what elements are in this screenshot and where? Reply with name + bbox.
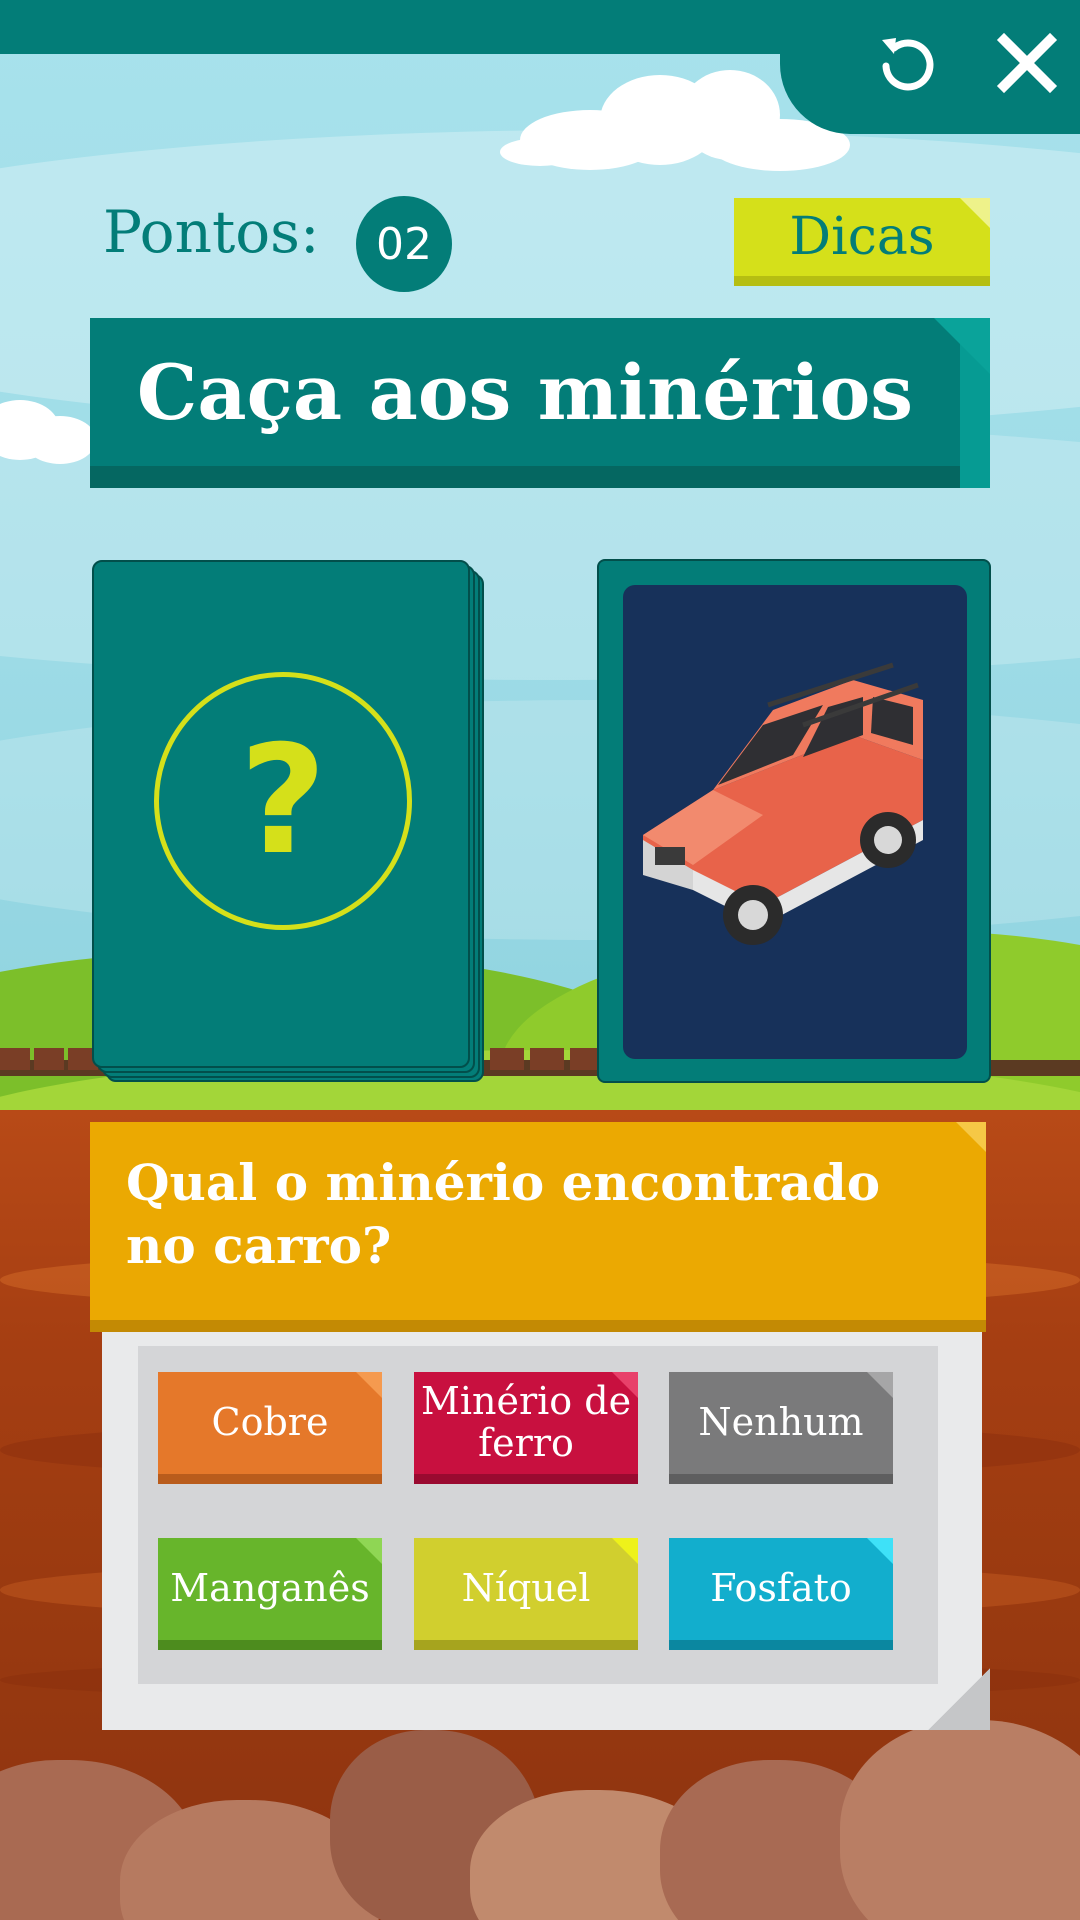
- page-title: Caça aos minérios: [90, 318, 960, 466]
- card-image-panel: [623, 585, 967, 1059]
- answer-label: Minério de ferro: [414, 1372, 638, 1474]
- answer-fold: [356, 1538, 382, 1564]
- answer-shadow: [414, 1640, 638, 1650]
- answer-label: Manganês: [158, 1538, 382, 1640]
- close-button[interactable]: [992, 28, 1062, 98]
- hints-button-label: Dicas: [734, 198, 990, 276]
- answer-shadow: [158, 1640, 382, 1650]
- answer-shadow: [158, 1474, 382, 1484]
- answer-button-fosfato[interactable]: Fosfato: [669, 1538, 893, 1650]
- cloud-illustration: [0, 400, 96, 464]
- title-banner-fold: [934, 318, 990, 374]
- close-icon: [996, 32, 1058, 94]
- card-deck[interactable]: ?: [92, 560, 492, 1082]
- question-panel: Qual o minério encontrado no carro?: [90, 1122, 986, 1332]
- answer-fold: [356, 1372, 382, 1398]
- answer-shadow: [669, 1474, 893, 1484]
- answer-button-cobre[interactable]: Cobre: [158, 1372, 382, 1484]
- question-text: Qual o minério encontrado no carro?: [90, 1122, 986, 1320]
- answer-fold: [867, 1538, 893, 1564]
- answer-label: Nenhum: [669, 1372, 893, 1474]
- answer-fold: [612, 1538, 638, 1564]
- answer-shadow: [414, 1474, 638, 1484]
- reset-button[interactable]: [872, 28, 942, 98]
- reset-icon: [882, 38, 934, 91]
- hints-button[interactable]: Dicas: [734, 198, 990, 288]
- hints-button-shadow: [734, 276, 990, 286]
- score-value: 02: [356, 196, 452, 292]
- answer-button-minerio-de-ferro[interactable]: Minério de ferro: [414, 1372, 638, 1484]
- score-label: Pontos:: [103, 198, 320, 266]
- answer-shadow: [669, 1640, 893, 1650]
- question-mark-icon: ?: [154, 672, 412, 930]
- question-panel-fold: [956, 1122, 986, 1152]
- answer-button-niquel[interactable]: Níquel: [414, 1538, 638, 1650]
- answer-label: Cobre: [158, 1372, 382, 1474]
- answer-label: Níquel: [414, 1538, 638, 1640]
- hints-button-fold: [960, 198, 990, 228]
- title-banner: Caça aos minérios: [90, 318, 990, 488]
- answer-fold: [867, 1372, 893, 1398]
- answer-button-manganes[interactable]: Manganês: [158, 1538, 382, 1650]
- answer-button-nenhum[interactable]: Nenhum: [669, 1372, 893, 1484]
- deck-top-card: ?: [92, 560, 470, 1068]
- answer-label: Fosfato: [669, 1538, 893, 1640]
- title-banner-bottom: [90, 466, 960, 488]
- car-icon: [643, 662, 923, 945]
- paper-curl: [928, 1668, 990, 1730]
- answer-fold: [612, 1372, 638, 1398]
- revealed-card: [597, 559, 991, 1083]
- question-panel-shadow: [90, 1320, 986, 1332]
